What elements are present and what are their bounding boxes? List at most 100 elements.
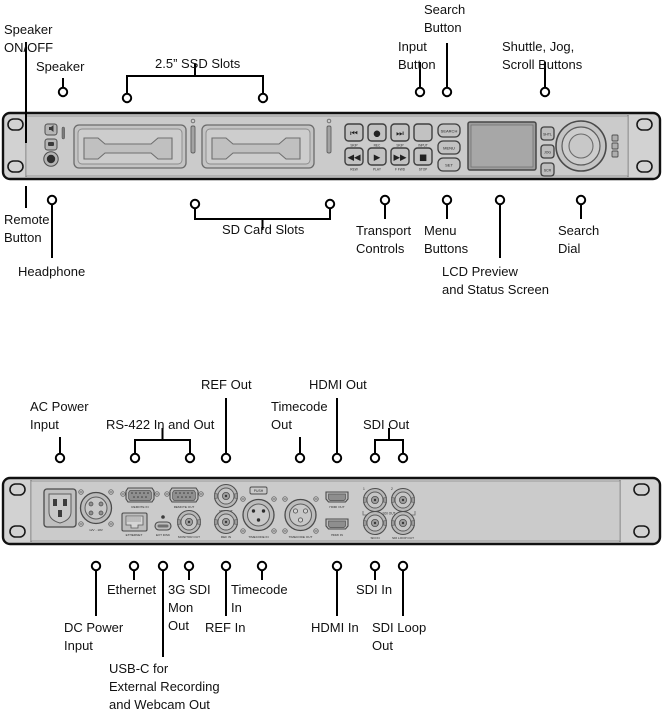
- ref-out-anchor-dot: [220, 452, 232, 464]
- skip-forward-button-caption: SKIP: [396, 144, 403, 148]
- scroll-button-label: SCR: [544, 168, 552, 172]
- fast-forward-button-caption: F FWD: [395, 168, 406, 172]
- skip-forward-button-glyph: ⏭: [396, 129, 404, 139]
- search-dial-anchor-dot: [575, 194, 587, 206]
- ref-in-anchor-dot: [220, 560, 232, 572]
- diagram-canvas: ⏮ SKIP ● REC ⏭ SKIP INPUT ◀◀ REW ▶ PLAY ▶▶ F FWD ■ STO…: [0, 0, 663, 720]
- dc-power-input-anchor-dot: [90, 560, 102, 572]
- shuttle-button-label: SHTL: [543, 132, 552, 136]
- sdi-out-anchor-dot-left: [369, 452, 381, 464]
- record-button-caption: REC: [374, 144, 381, 148]
- sdi-loop-out-caption: SDI LOOP OUT: [392, 536, 414, 540]
- remote-button[interactable]: [44, 138, 58, 151]
- stop-button-caption: STOP: [419, 168, 428, 172]
- skip-back-button-caption: SKIP: [350, 144, 357, 148]
- lcd-preview-screen[interactable]: [467, 121, 537, 171]
- ethernet-label: Ethernet: [107, 582, 157, 597]
- rs-422-in-and-out-label: RS-422 In and Out: [106, 417, 215, 432]
- jog-button-label: JOG: [544, 150, 551, 154]
- fast-forward-button-glyph: ▶▶: [393, 153, 407, 163]
- ac-power-input-anchor-dot: [54, 452, 66, 464]
- sdi-loop-out-bnc-connector[interactable]: SDI LOOP OUT: [390, 510, 416, 541]
- usb-c-anchor-dot: [157, 560, 169, 572]
- play-button-glyph: ▶: [374, 153, 381, 163]
- hdmi-out-anchor-dot: [331, 452, 343, 464]
- ssd-slot-2[interactable]: [201, 124, 315, 169]
- timecode-out-anchor-dot: [294, 452, 306, 464]
- monitor-out-caption: MONITOR OUT: [178, 535, 200, 539]
- search-button-anchor-dot: [441, 86, 453, 98]
- rs-422-in-and-out-anchor-dot-left: [129, 452, 141, 464]
- ethernet-anchor-dot: [128, 560, 140, 572]
- sdi-in-label: SDI In: [356, 582, 392, 597]
- sd-card-slot-1[interactable]: [190, 125, 196, 154]
- ref-in-label: REF In: [205, 620, 245, 635]
- remote-in-caption: REMOTE IN: [131, 505, 148, 509]
- ac-power-iec-connector[interactable]: [43, 488, 77, 528]
- search-button-label: SEARCH: [441, 128, 458, 133]
- dc-power-caption: 12V - 18V: [89, 528, 104, 532]
- timecode-out-caption: TIMECODE OUT: [289, 535, 313, 539]
- sdi-out-group-caption: SDI OUT: [383, 511, 396, 515]
- headphone-jack[interactable]: [43, 151, 59, 167]
- sdi-out-1-caption: 1: [363, 487, 365, 491]
- transport-controls-anchor-dot: [379, 194, 391, 206]
- sd-card-slot-2[interactable]: [326, 125, 332, 154]
- hdmi-out-label: HDMI Out: [309, 377, 367, 392]
- scroll-button[interactable]: SCR: [540, 162, 555, 177]
- jog-button[interactable]: JOG: [540, 144, 555, 159]
- menu-buttons-anchor-dot: [441, 194, 453, 206]
- timecode-in-anchor-dot: [256, 560, 268, 572]
- background: [0, 0, 663, 720]
- rs-422-in-and-out-anchor-dot-right: [184, 452, 196, 464]
- timecode-in-push-badge: PUSH: [254, 489, 264, 493]
- stop-button-glyph: ■: [419, 153, 427, 163]
- ssd-slots-label: 2.5” SSD Slots: [155, 56, 241, 71]
- sdi-in-anchor-dot: [369, 560, 381, 572]
- skip-back-button-glyph: ⏮: [350, 129, 358, 139]
- hdmi-in-label: HDMI In: [311, 620, 359, 635]
- set-button[interactable]: SET: [437, 157, 461, 172]
- remote-out-caption: REMOTE OUT: [174, 505, 195, 509]
- hdmi-out-caption: HDMI OUT: [329, 505, 344, 509]
- sdi-in-caption: SDI IN: [370, 536, 379, 540]
- rewind-button-glyph: ◀◀: [347, 153, 361, 163]
- record-button-glyph: ●: [373, 129, 380, 139]
- sd-card-slots-anchor-dot-right: [324, 198, 336, 210]
- search-button[interactable]: SEARCH: [437, 123, 461, 138]
- sdi-out-label: SDI Out: [363, 417, 410, 432]
- usb-c-caption: EXT DISK: [156, 533, 171, 537]
- input-button-caption: INPUT: [418, 144, 428, 148]
- remote-icon: [48, 142, 54, 146]
- led-strip-indicator: [61, 126, 65, 140]
- play-button-caption: PLAY: [373, 168, 382, 172]
- menu-button-label: MENU: [443, 145, 455, 150]
- panel-diagram: ⏮ SKIP ● REC ⏭ SKIP INPUT ◀◀ REW ▶ PLAY ▶▶ F FWD ■ STO…: [0, 0, 663, 720]
- monitor-out-bnc-connector[interactable]: MONITOR OUT: [176, 509, 202, 540]
- sd-card-slots-label: SD Card Slots: [222, 222, 305, 237]
- menu-buttons[interactable]: SEARCH MENU SET: [437, 123, 461, 172]
- rear-panel-face: [30, 480, 621, 542]
- speaker-label: Speaker: [36, 59, 85, 74]
- rewind-button-caption: REW: [350, 168, 357, 172]
- ethernet-caption: ETHERNET: [126, 533, 143, 537]
- shuttle-button[interactable]: SHTL: [540, 126, 555, 141]
- speaker-button[interactable]: [44, 123, 58, 136]
- ref-in-caption: REF IN: [221, 535, 231, 539]
- shuttle-jog-scroll-buttons[interactable]: SHTL JOG SCR: [540, 126, 555, 177]
- ssd-slots-anchor-dot-right: [257, 92, 269, 104]
- 3g-sdi-mon-out-anchor-dot: [183, 560, 195, 572]
- sdi-out-2-caption: 2: [391, 487, 393, 491]
- ssd-slots-anchor-dot-left: [121, 92, 133, 104]
- sdi-loop-out-anchor-dot: [397, 560, 409, 572]
- shuttle-jog-scroll-buttons-anchor-dot: [539, 86, 551, 98]
- led-indicators: [611, 134, 619, 158]
- search-dial[interactable]: [555, 120, 607, 172]
- ssd-slot-1[interactable]: [73, 124, 187, 169]
- headphone-anchor-dot: [46, 194, 58, 206]
- menu-button[interactable]: MENU: [437, 140, 461, 155]
- sd-card-slots-anchor-dot-left: [189, 198, 201, 210]
- lcd-preview-and-status-screen-anchor-dot: [494, 194, 506, 206]
- sdi-out-anchor-dot-right: [397, 452, 409, 464]
- timecode-in-caption: TIMECODE IN: [248, 535, 268, 539]
